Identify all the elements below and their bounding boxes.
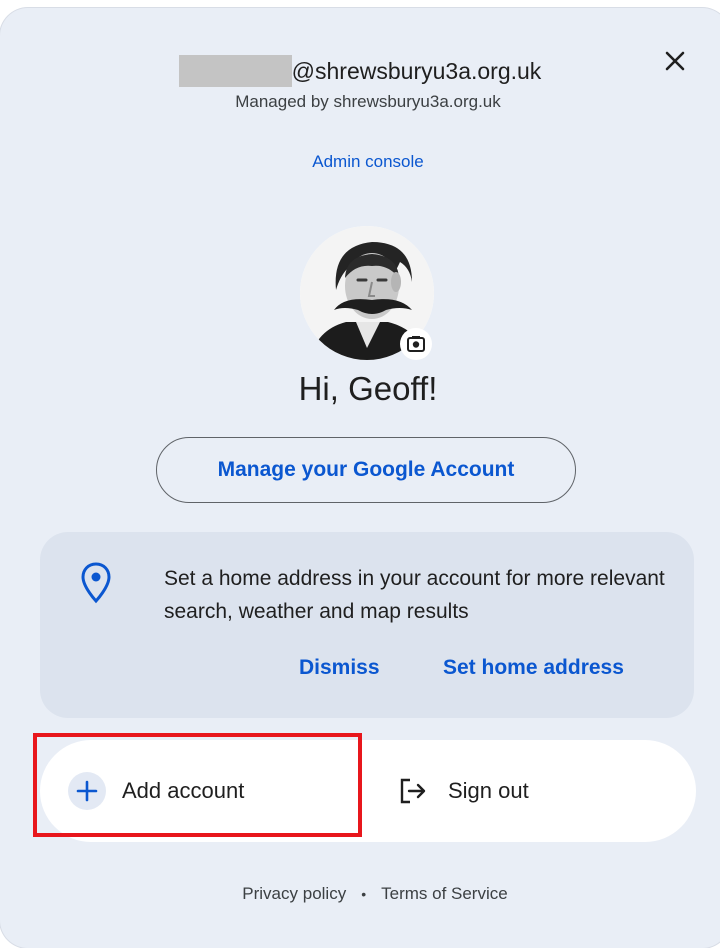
footer-links: Privacy policy • Terms of Service: [0, 884, 720, 904]
footer-separator: •: [361, 886, 367, 902]
close-icon: [665, 51, 685, 71]
plus-icon-container: [68, 772, 106, 810]
terms-of-service-link[interactable]: Terms of Service: [381, 884, 508, 904]
sign-out-icon: [400, 778, 426, 804]
sign-out-button[interactable]: Sign out: [398, 740, 688, 842]
privacy-policy-link[interactable]: Privacy policy: [242, 884, 346, 904]
set-home-address-button[interactable]: Set home address: [443, 656, 624, 680]
home-address-message: Set a home address in your account for m…: [164, 567, 665, 623]
camera-icon: [407, 336, 425, 352]
profile-avatar-container[interactable]: [300, 226, 434, 360]
location-pin-icon: [81, 562, 111, 604]
dismiss-button[interactable]: Dismiss: [299, 656, 380, 680]
redacted-username: [178, 55, 292, 87]
manage-google-account-button[interactable]: Manage your Google Account: [156, 437, 576, 503]
account-email-line: @shrewsburyu3a.org.uk: [0, 55, 720, 87]
account-actions-bar: Add account Sign out: [40, 740, 696, 842]
greeting-text: Hi, Geoff!: [298, 370, 438, 407]
plus-icon: [76, 780, 98, 802]
close-button[interactable]: [658, 44, 692, 78]
account-menu-panel: @shrewsburyu3a.org.uk Managed by shrewsb…: [0, 8, 720, 948]
admin-console-link[interactable]: Admin console: [0, 152, 720, 172]
account-email-domain: @shrewsburyu3a.org.uk: [291, 57, 542, 84]
change-photo-button[interactable]: [400, 328, 432, 360]
sign-out-label: Sign out: [448, 778, 529, 803]
add-account-button[interactable]: Add account: [40, 740, 364, 842]
managed-by-text: Managed by shrewsburyu3a.org.uk: [235, 92, 501, 111]
home-address-card: Set a home address in your account for m…: [40, 532, 694, 718]
add-account-label: Add account: [122, 778, 245, 803]
